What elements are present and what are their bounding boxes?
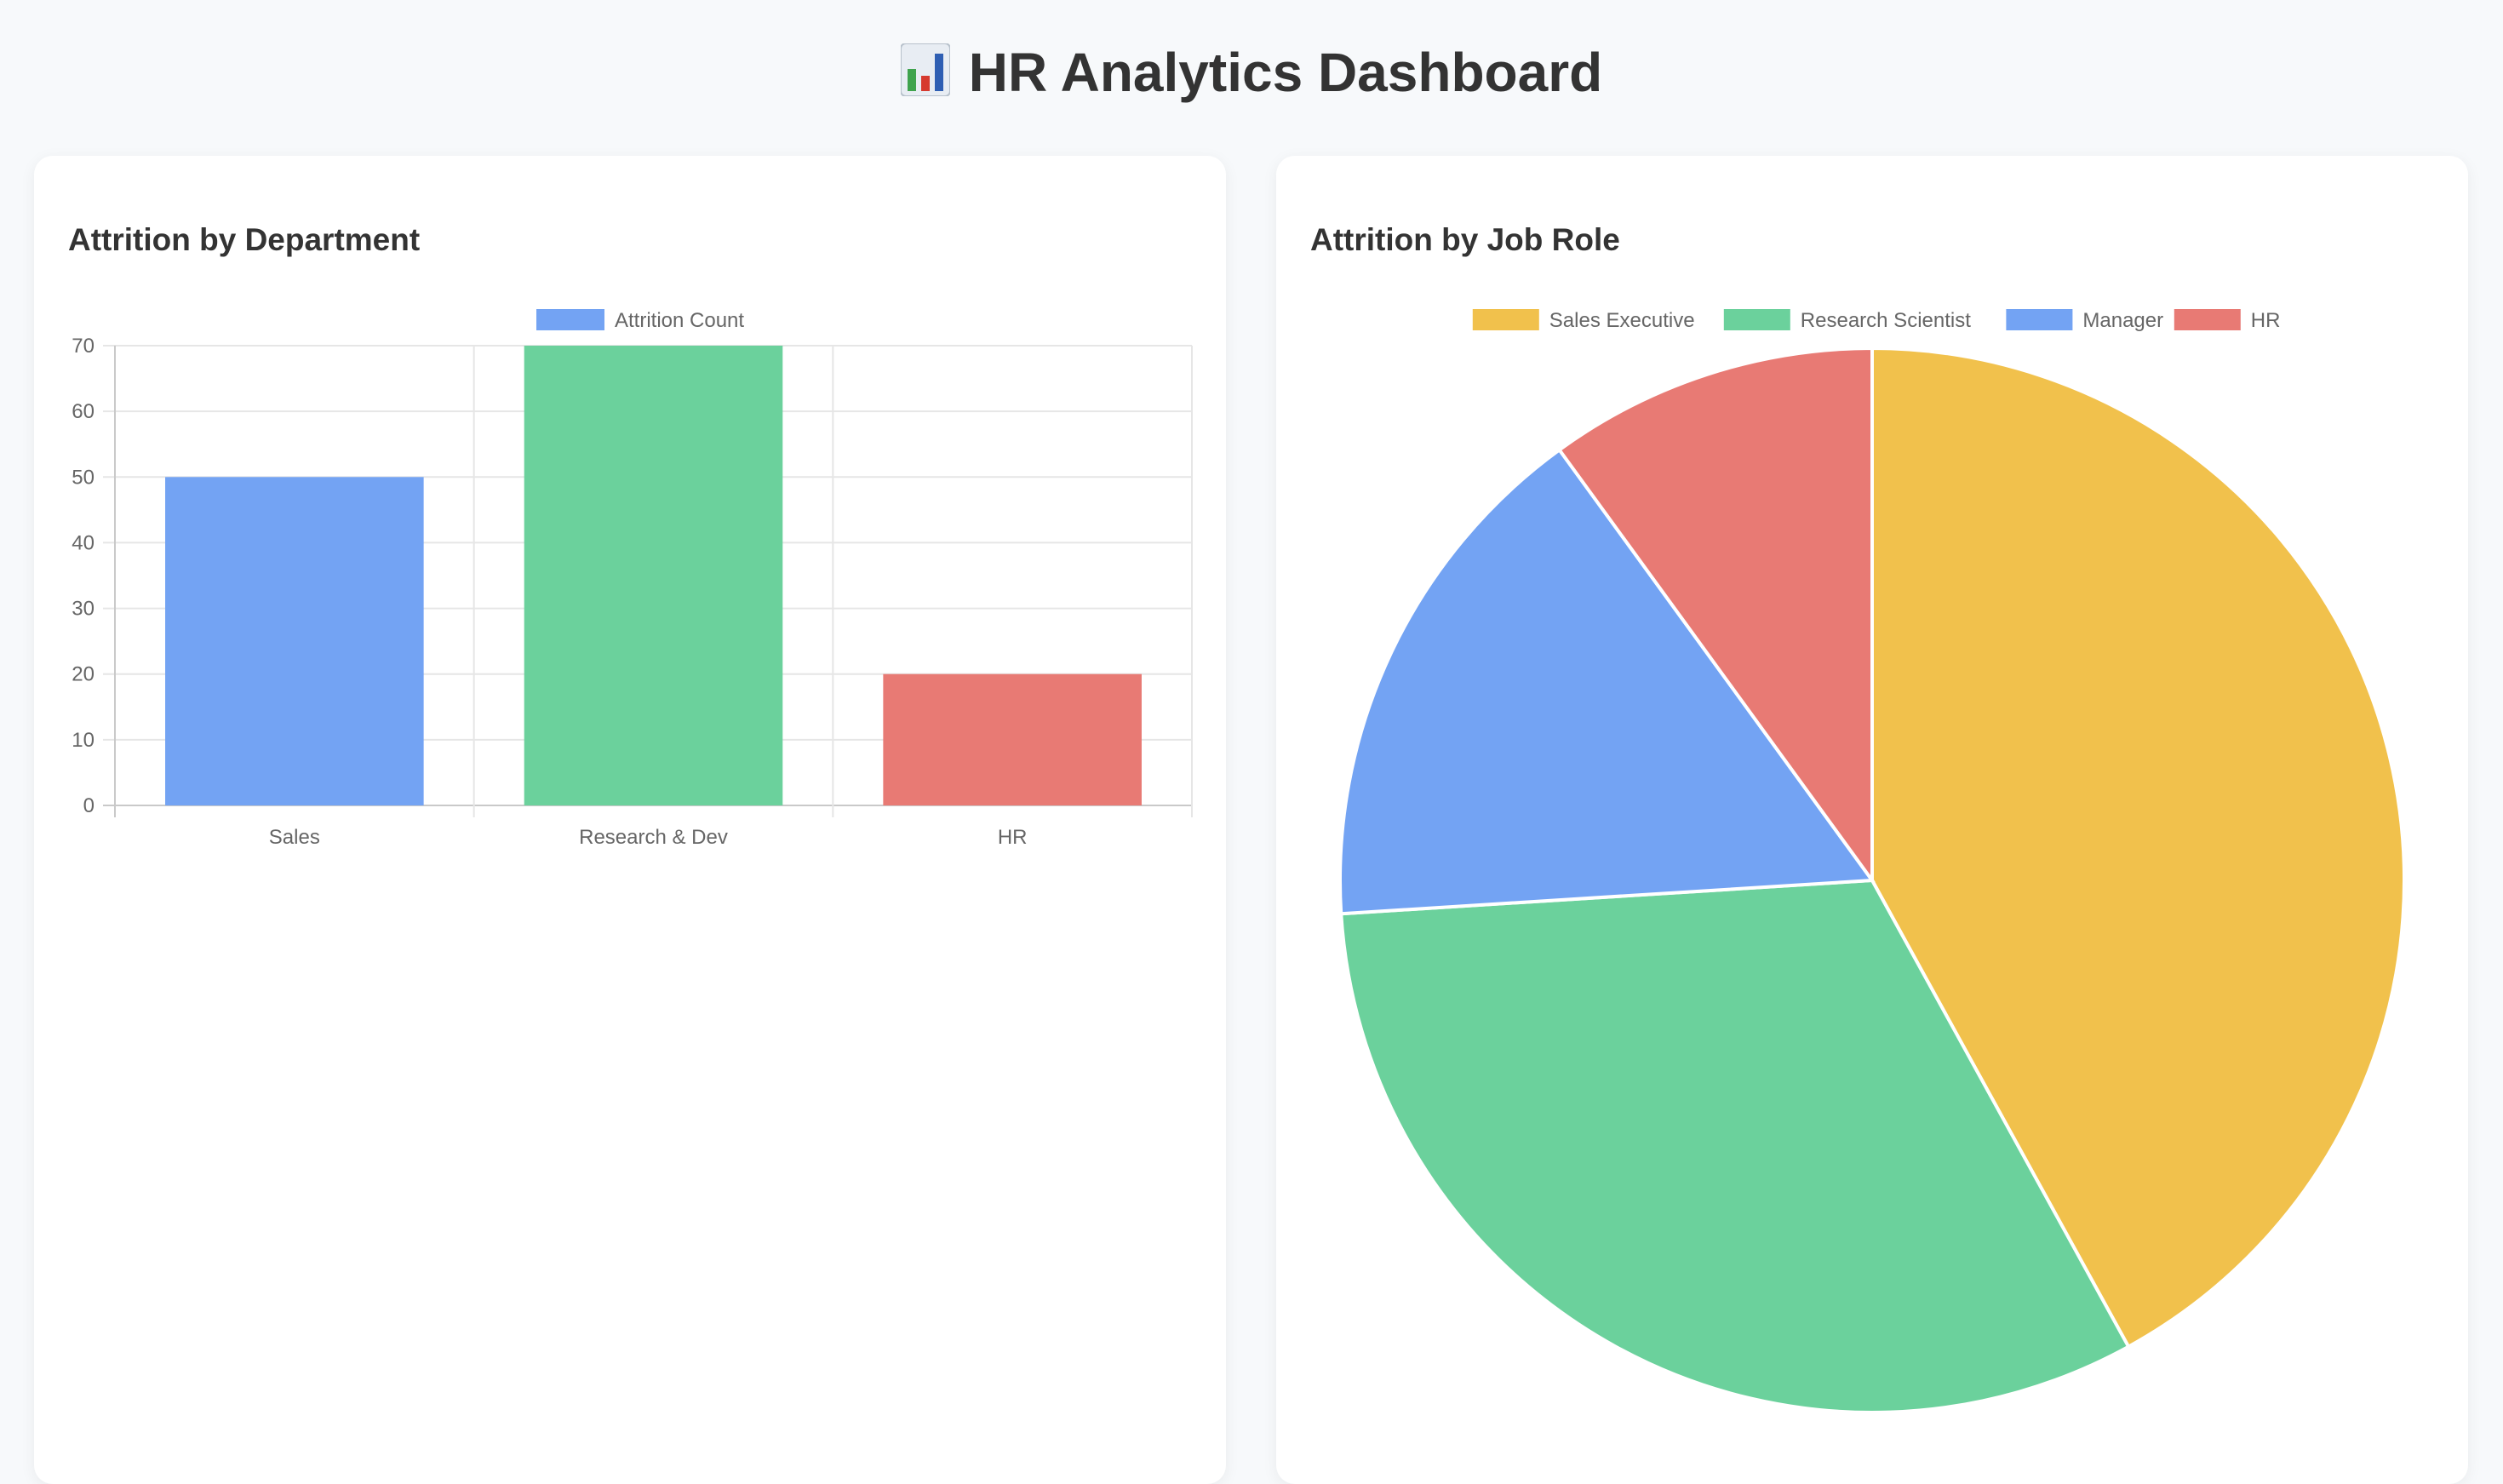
y-tick-label: 60 <box>72 400 95 423</box>
x-tick-label: HR <box>998 826 1028 849</box>
bar-sales <box>165 477 424 805</box>
bar-chart-emoji-icon <box>899 39 951 116</box>
legend-swatch-research-scientist <box>1723 309 1790 330</box>
legend-label-research-scientist: Research Scientist <box>1801 309 1971 332</box>
page-title: HR Analytics Dashboard <box>0 34 2503 111</box>
y-tick-label: 40 <box>72 531 95 554</box>
attrition-by-job-role-card: Attrition by Job Role Sales Executive Res… <box>1276 156 2468 1484</box>
legend-label-hr: HR <box>2251 309 2281 332</box>
legend-swatch-hr <box>2174 309 2241 330</box>
attrition-by-department-card: Attrition by Department Attrition Count 0… <box>34 156 1226 1484</box>
legend-swatch-attrition-count <box>536 309 604 330</box>
y-tick-label: 50 <box>72 466 95 489</box>
attrition-by-department-chart: Attrition Count 0 10 20 30 40 50 60 70 Sales Resea… <box>72 309 1193 849</box>
y-tick-label: 30 <box>72 598 95 621</box>
page-title-text: HR Analytics Dashboard <box>968 42 1603 103</box>
legend-label-attrition-count: Attrition Count <box>615 309 744 332</box>
y-tick-label: 70 <box>72 335 95 358</box>
y-tick-label: 10 <box>72 729 95 752</box>
bar-hr <box>883 673 1142 805</box>
legend-label-sales-executive: Sales Executive <box>1549 309 1695 332</box>
legend-label-manager: Manager <box>2082 309 2163 332</box>
bar-research-dev <box>524 346 783 805</box>
legend-swatch-sales-executive <box>1472 309 1539 330</box>
y-tick-label: 0 <box>83 794 95 817</box>
x-tick-label: Sales <box>269 826 320 849</box>
x-tick-label: Research & Dev <box>579 826 728 849</box>
legend-swatch-manager <box>2006 309 2073 330</box>
attrition-by-job-role-chart: Sales Executive Research Scientist Manager… <box>1338 309 2406 1414</box>
y-tick-label: 20 <box>72 663 95 686</box>
